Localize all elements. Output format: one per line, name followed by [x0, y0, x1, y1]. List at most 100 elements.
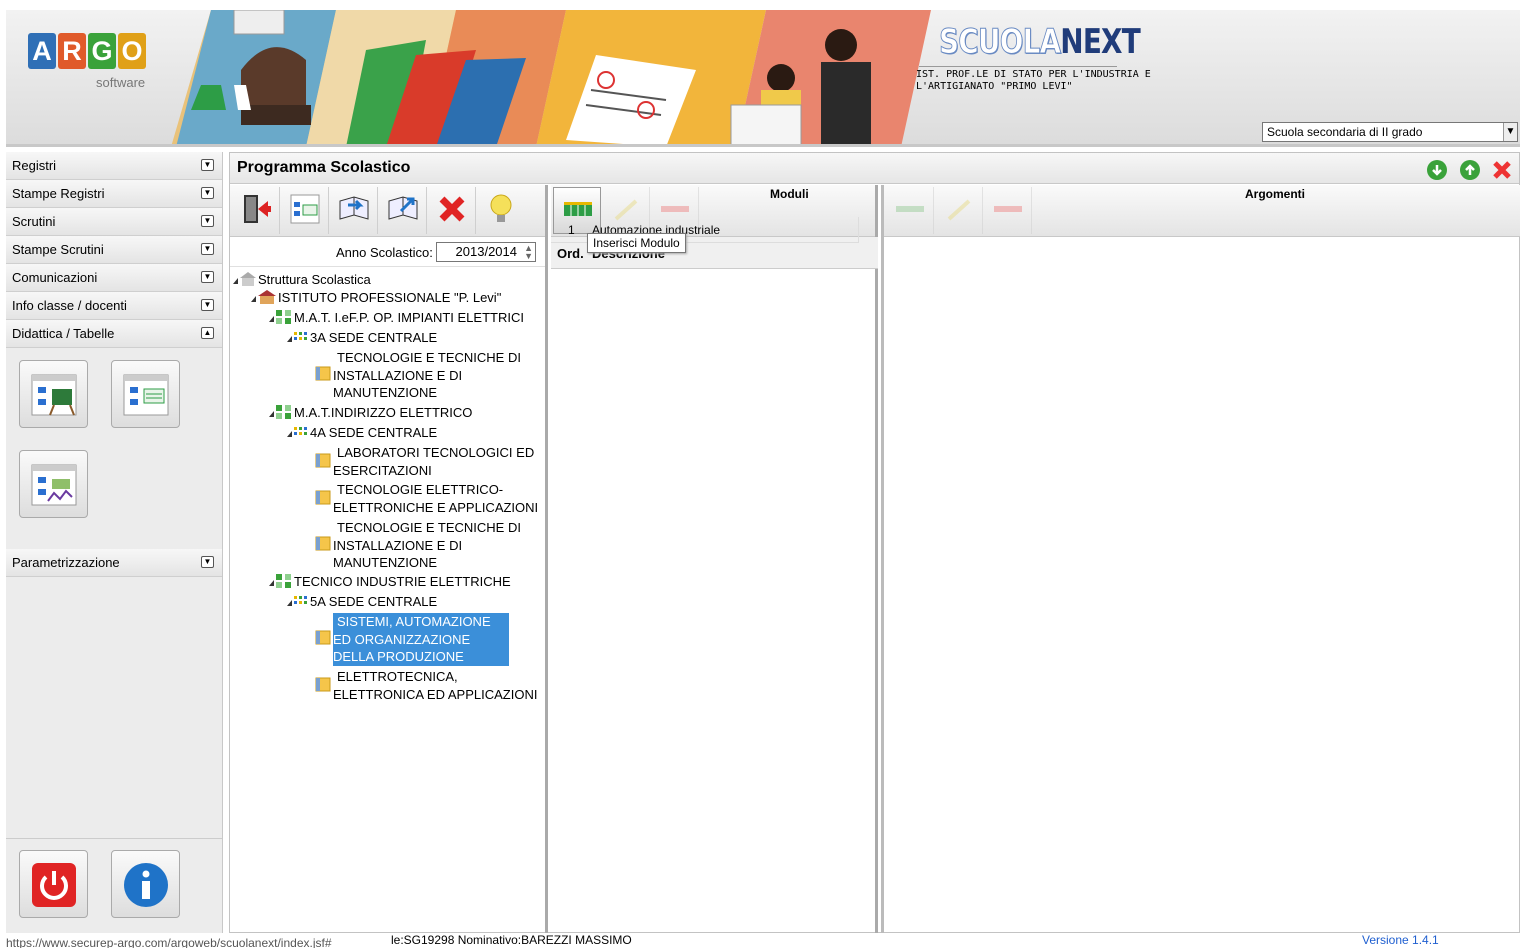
app-header: ARGO software SCUOLANEXT IST. PROF.LE DI…: [6, 10, 1520, 147]
anno-scolastico-spinner[interactable]: 2013/2014 ▲ ▼: [436, 242, 536, 262]
sidebar-section-label: Scrutini: [12, 214, 56, 229]
school-name: IST. PROF.LE DI STATO PER L'INDUSTRIA E …: [916, 69, 1151, 92]
sidebar-section-didattica[interactable]: Didattica / Tabelle ▲: [6, 320, 222, 348]
argo-logo: ARGO software: [28, 33, 148, 90]
anno-scolastico-value: 2013/2014: [455, 244, 517, 259]
tree-node-label: 4A SEDE CENTRALE: [310, 425, 438, 440]
sidebar-section-registri[interactable]: Registri ▼: [6, 152, 222, 180]
exit-button[interactable]: [232, 187, 280, 234]
tree-node-class[interactable]: 4A SEDE CENTRALE: [287, 424, 437, 441]
tree-node-subject[interactable]: ELETTROTECNICA, ELETTRONICA ED APPLICAZI…: [333, 668, 543, 703]
tree-node-class[interactable]: 3A SEDE CENTRALE: [287, 329, 437, 346]
brand-divider: [919, 66, 1117, 67]
app-version: Versione 1.4.1: [1362, 933, 1439, 947]
tree-node-subject[interactable]: TECNOLOGIE E TECNICHE DI INSTALLAZIONE E…: [333, 349, 543, 402]
col-ord-header[interactable]: Ord.: [557, 246, 584, 261]
sidebar-section-label: Parametrizzazione: [12, 555, 120, 570]
edit-topic-button[interactable]: [935, 187, 983, 234]
sidebar-section-stampe-registri[interactable]: Stampe Registri ▼: [6, 180, 222, 208]
details-button[interactable]: [281, 187, 329, 234]
expanded-icon: [269, 580, 274, 586]
indirizzo-icon: [276, 310, 291, 324]
anno-scolastico-label: Anno Scolastico:: [336, 245, 433, 260]
expand-icon: ▼: [201, 187, 214, 199]
schedule-list-icon: [290, 194, 320, 224]
module-ord: 1: [568, 223, 575, 237]
subject-folder-icon: [315, 630, 331, 645]
tree-node-class[interactable]: 5A SEDE CENTRALE: [287, 593, 437, 610]
tree-node-indirizzo[interactable]: M.A.T.INDIRIZZO ELETTRICO: [269, 404, 472, 421]
sidebar-section-info-classe[interactable]: Info classe / docenti ▼: [6, 292, 222, 320]
logout-button[interactable]: [19, 850, 88, 918]
info-icon: [124, 863, 168, 907]
registro-didattica-button[interactable]: [19, 360, 88, 428]
tree-node-institute[interactable]: ISTITUTO PROFESSIONALE "P. Levi": [251, 289, 501, 306]
lightbulb-icon: [490, 194, 512, 222]
sidebar-footer: [6, 838, 222, 933]
expand-icon: ▼: [201, 271, 214, 283]
school-type-select[interactable]: Scuola secondaria di II grado ▼: [1262, 122, 1518, 142]
export-button[interactable]: [379, 187, 427, 234]
statistiche-button[interactable]: [19, 450, 88, 518]
tree-node-label: 3A SEDE CENTRALE: [310, 330, 438, 345]
tree-node-indirizzo[interactable]: M.A.T. I.eF.P. OP. IMPIANTI ELETTRICI: [269, 309, 524, 326]
sidebar-section-comunicazioni[interactable]: Comunicazioni ▼: [6, 264, 222, 292]
tree-node-label: TECNICO INDUSTRIE ELETTRICHE: [294, 574, 511, 589]
sidebar-section-label: Didattica / Tabelle: [12, 326, 115, 341]
programma-scolastico-button[interactable]: [111, 360, 180, 428]
school-building-icon: [240, 272, 256, 286]
sidebar-section-parametrizzazione[interactable]: Parametrizzazione ▼: [6, 549, 222, 577]
book-export-icon: [388, 196, 418, 220]
page-title: Programma Scolastico: [237, 159, 411, 176]
sidebar: Registri ▼ Stampe Registri ▼ Scrutini ▼ Sta…: [6, 152, 223, 933]
tree-node-label: M.A.T. I.eF.P. OP. IMPIANTI ELETTRICI: [294, 310, 524, 325]
expanded-icon: [269, 411, 274, 417]
class-icon: [294, 427, 307, 435]
status-url: https://www.securep-argo.com/argoweb/scu…: [6, 936, 332, 948]
collapse-icon: ▲: [201, 327, 214, 339]
delete-topic-button[interactable]: [984, 187, 1032, 234]
indirizzo-icon: [276, 405, 291, 419]
maximize-icon[interactable]: [1460, 160, 1480, 180]
info-button[interactable]: [111, 850, 180, 918]
subject-folder-icon: [315, 536, 331, 551]
minimize-icon[interactable]: [1427, 160, 1447, 180]
sidebar-section-label: Registri: [12, 158, 57, 173]
expand-icon: ▼: [201, 556, 214, 568]
tree-node-subject[interactable]: TECNOLOGIE E TECNICHE DI INSTALLAZIONE E…: [333, 519, 543, 572]
book-import-icon: [339, 196, 369, 220]
tree-node-indirizzo[interactable]: TECNICO INDUSTRIE ELETTRICHE: [269, 573, 511, 590]
add-row-icon: [896, 206, 924, 212]
import-button[interactable]: [330, 187, 378, 234]
school-type-value: Scuola secondaria di II grado: [1267, 125, 1423, 139]
tree-node-subject-selected[interactable]: SISTEMI, AUTOMAZIONE ED ORGANIZZAZIONE D…: [333, 613, 509, 666]
hint-button[interactable]: [477, 187, 525, 234]
sidebar-section-label: Info classe / docenti: [12, 298, 127, 313]
moduli-title: Moduli: [770, 187, 809, 201]
tree-node-root[interactable]: Struttura Scolastica: [233, 271, 371, 288]
schedule-board-icon: [31, 374, 77, 416]
indirizzo-icon: [276, 574, 291, 588]
spinner-icon[interactable]: ▲ ▼: [524, 244, 533, 261]
subject-folder-icon: [315, 677, 331, 692]
sidebar-section-scrutini[interactable]: Scrutini ▼: [6, 208, 222, 236]
sidebar-section-label: Stampe Registri: [12, 186, 105, 201]
close-icon[interactable]: [1492, 160, 1512, 180]
tree-node-label: M.A.T.INDIRIZZO ELETTRICO: [294, 405, 473, 420]
expand-icon: ▼: [201, 159, 214, 171]
subject-folder-icon: [315, 453, 331, 468]
sidebar-section-stampe-scrutini[interactable]: Stampe Scrutini ▼: [6, 236, 222, 264]
title-bar: Programma Scolastico: [230, 153, 1519, 184]
logo-letter-a: A: [28, 33, 56, 69]
exit-door-icon: [244, 195, 271, 223]
add-topic-button[interactable]: [886, 187, 934, 234]
expanded-icon: [287, 336, 292, 342]
delete-button[interactable]: [428, 187, 476, 234]
class-icon: [294, 332, 307, 340]
logo-subtitle: software: [96, 75, 146, 90]
tree-node-subject[interactable]: TECNOLOGIE ELETTRICO-ELETTRONICHE E APPL…: [333, 481, 543, 516]
schedule-list-icon: [123, 374, 169, 416]
institute-icon: [258, 290, 276, 304]
tree-node-subject[interactable]: LABORATORI TECNOLOGICI ED ESERCITAZIONI: [333, 444, 543, 479]
anno-scolastico-row: Anno Scolastico: 2013/2014 ▲ ▼: [230, 237, 545, 267]
